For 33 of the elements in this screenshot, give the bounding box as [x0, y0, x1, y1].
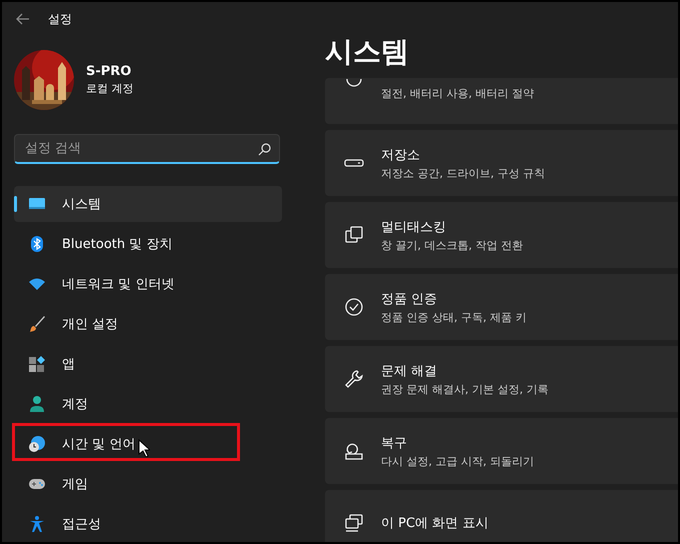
account-type: 로컬 계정	[86, 81, 134, 96]
back-arrow-icon[interactable]	[16, 13, 30, 25]
settings-card[interactable]: 저장소 저장소 공간, 드라이브, 구성 규칙	[325, 130, 678, 196]
nav-item[interactable]: 앱	[14, 346, 282, 382]
settings-card[interactable]: 절전, 배터리 사용, 배터리 절약	[325, 78, 678, 124]
person-icon	[28, 395, 46, 413]
window-title: 설정	[48, 10, 72, 28]
wrench-icon	[343, 368, 365, 390]
cursor-icon	[138, 439, 150, 457]
nav-item[interactable]: 접근성	[14, 506, 282, 542]
search-icon	[258, 143, 271, 156]
settings-card[interactable]: 이 PC에 화면 표시	[325, 490, 678, 542]
brush-icon	[28, 315, 46, 333]
settings-card[interactable]: 멀티태스킹 창 끌기, 데스크톱, 작업 전환	[325, 202, 678, 268]
bluetooth-icon	[28, 235, 46, 253]
nav-item[interactable]: 게임	[14, 466, 282, 502]
project-screen-icon	[343, 512, 365, 534]
settings-card[interactable]: 정품 인증 정품 인증 상태, 구독, 제품 키	[325, 274, 678, 340]
apps-icon	[28, 355, 46, 373]
nav-item[interactable]: 네트워크 및 인터넷	[14, 266, 282, 302]
account-name: S-PRO	[86, 64, 132, 79]
nav-item[interactable]: 시간 및 언어	[14, 426, 282, 462]
settings-card[interactable]: 문제 해결 권장 문제 해결사, 기본 설정, 기록	[325, 346, 678, 412]
clock-globe-icon	[28, 435, 46, 453]
nav-item[interactable]: 개인 설정	[14, 306, 282, 342]
nav-item[interactable]: 시스템	[14, 186, 282, 222]
nav-item[interactable]: 계정	[14, 386, 282, 422]
search-field[interactable]: 설정 검색	[14, 134, 280, 164]
page-title: 시스템	[325, 34, 410, 70]
nav-item[interactable]: Bluetooth 및 장치	[14, 226, 282, 262]
check-circle-icon	[343, 296, 365, 318]
settings-card[interactable]: 복구 다시 설정, 고급 시작, 되돌리기	[325, 418, 678, 484]
accessibility-icon	[28, 515, 46, 533]
